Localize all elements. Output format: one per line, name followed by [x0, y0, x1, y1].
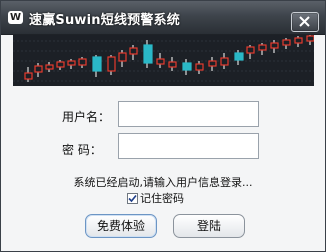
candle-body: [24, 72, 33, 80]
checkmark-icon: [128, 194, 137, 202]
candle-body: [45, 64, 54, 70]
login-window: W 速赢Suwin短线预警系统 用户名： 密 码： 系统已经启动,请输入用户信息…: [0, 0, 326, 252]
candle-body: [246, 46, 255, 54]
remember-password-label: 记住密码: [140, 192, 184, 205]
window-title: 速赢Suwin短线预警系统: [29, 13, 180, 28]
candle-body: [182, 62, 192, 71]
candle-body: [92, 56, 102, 72]
candle-body: [118, 52, 127, 62]
candle-body: [220, 57, 229, 66]
login-button[interactable]: 登陆: [173, 214, 245, 238]
candle-body: [270, 42, 279, 49]
remember-password-option[interactable]: 记住密码: [127, 191, 184, 205]
close-icon: [299, 16, 310, 27]
candle-body: [208, 60, 217, 67]
candle-body: [156, 58, 165, 65]
username-input[interactable]: [118, 101, 259, 127]
candle-body: [56, 61, 65, 68]
candle-body: [67, 60, 76, 66]
candle-body: [129, 47, 138, 55]
free-trial-button[interactable]: 免费体验: [85, 214, 157, 238]
w-logo-icon: W: [8, 11, 23, 24]
status-message: 系统已经启动,请输入用户信息登录...: [73, 176, 253, 189]
candle-body: [282, 39, 291, 46]
candle-body: [78, 58, 87, 66]
password-label: 密 码：: [62, 143, 102, 157]
password-input[interactable]: [118, 133, 259, 159]
candle-body: [195, 63, 204, 71]
candle-body: [143, 44, 153, 64]
remember-password-checkbox[interactable]: [127, 192, 138, 204]
candle-body: [107, 56, 116, 72]
candle-body: [294, 37, 303, 44]
candle-body: [168, 61, 177, 68]
username-label: 用户名：: [62, 110, 111, 124]
candlestick-banner: [13, 35, 314, 86]
candle-body: [258, 44, 267, 51]
title-bar[interactable]: W 速赢Suwin短线预警系统: [1, 1, 325, 35]
candle-body: [234, 52, 244, 61]
candle-body: [306, 35, 314, 42]
candlestick-series: [24, 35, 314, 82]
close-button[interactable]: [291, 12, 319, 32]
candle-body: [34, 65, 43, 73]
